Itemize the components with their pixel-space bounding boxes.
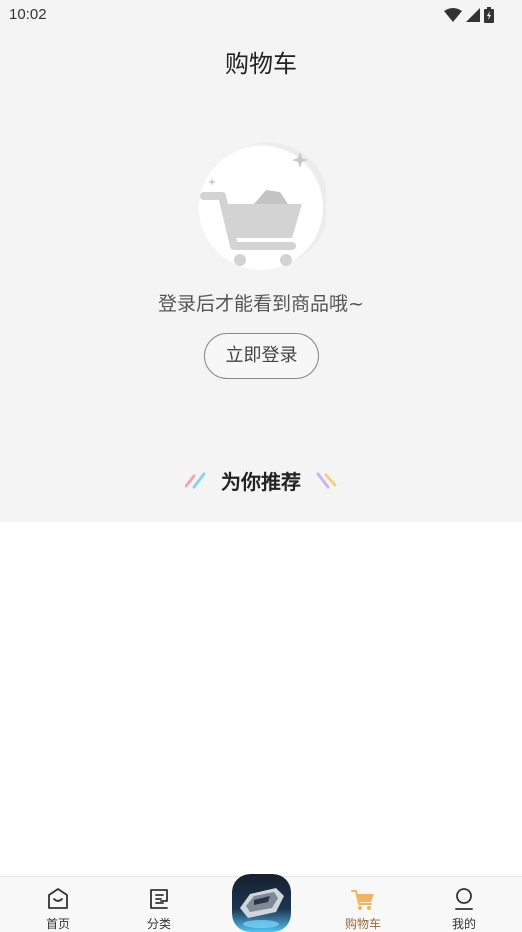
- tab-home[interactable]: 首页: [13, 877, 103, 932]
- recommend-header: 为你推荐: [0, 464, 522, 496]
- status-bar: 10:02: [0, 0, 522, 30]
- wifi-icon: [444, 8, 462, 22]
- status-icons: [444, 7, 494, 23]
- left-slash-icon: [185, 472, 206, 489]
- page-title: 购物车: [225, 50, 297, 78]
- tab-cart[interactable]: 购物车: [318, 877, 408, 932]
- tab-category[interactable]: 分类: [114, 877, 204, 932]
- battery-icon: [484, 7, 494, 23]
- login-button[interactable]: 立即登录: [204, 333, 319, 379]
- tab-category-label: 分类: [146, 917, 171, 931]
- tab-cart-label: 购物车: [344, 917, 381, 931]
- empty-cart-message: 登录后才能看到商品哦~: [158, 293, 364, 315]
- cart-icon: [351, 890, 374, 910]
- cart-empty-section: 购物车 登录后才能看到商品哦~ 立即登录 为你推荐: [0, 30, 522, 522]
- category-icon: [150, 889, 168, 909]
- center-app-icon: [232, 874, 291, 932]
- profile-icon: [455, 888, 473, 910]
- tab-profile-label: 我的: [451, 917, 476, 931]
- recommend-title: 为你推荐: [221, 469, 301, 494]
- tab-profile[interactable]: 我的: [419, 877, 509, 932]
- center-app-button[interactable]: [232, 874, 291, 932]
- empty-cart-icon: [196, 142, 330, 274]
- signal-icon: [466, 8, 480, 22]
- tab-home-label: 首页: [45, 917, 70, 931]
- status-time: 10:02: [9, 6, 47, 23]
- home-icon: [48, 888, 68, 909]
- right-slash-icon: [316, 472, 337, 489]
- cart-page: 10:02 购物车 登录后才能看到商品哦~ 立即登录 为你推荐 首页 分类 购物…: [0, 0, 522, 932]
